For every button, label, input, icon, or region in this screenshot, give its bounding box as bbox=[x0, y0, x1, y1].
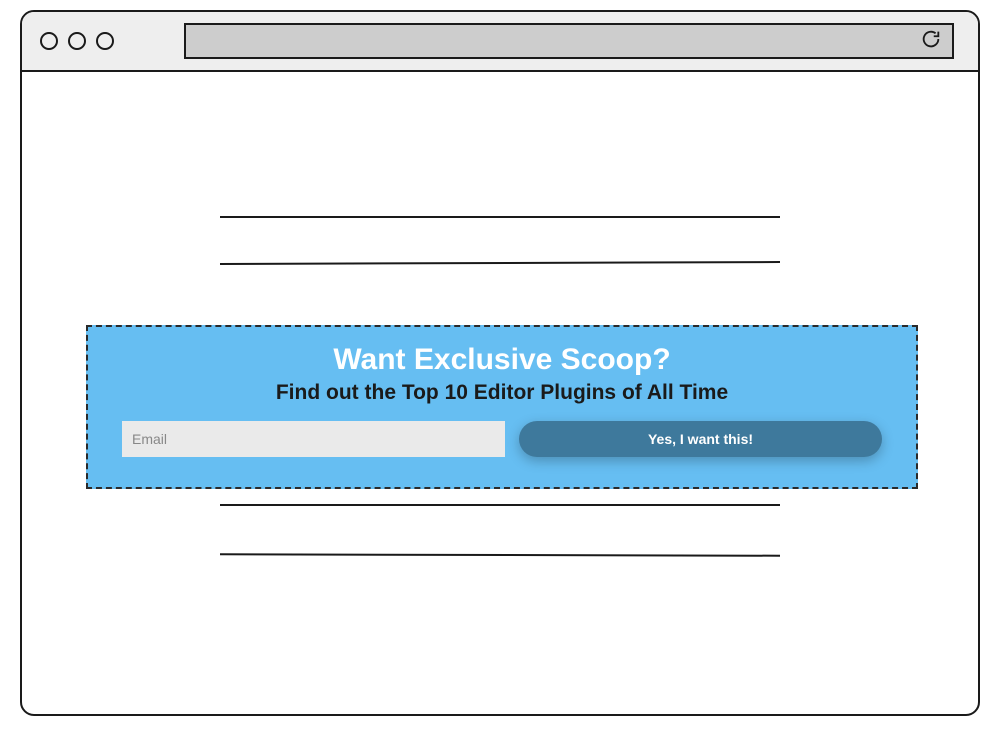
refresh-icon[interactable] bbox=[920, 28, 942, 55]
signup-banner: Want Exclusive Scoop? Find out the Top 1… bbox=[86, 325, 918, 489]
content-placeholder-line bbox=[220, 553, 780, 556]
window-control-button[interactable] bbox=[96, 32, 114, 50]
page-viewport: Want Exclusive Scoop? Find out the Top 1… bbox=[22, 72, 978, 714]
banner-subtitle: Find out the Top 10 Editor Plugins of Al… bbox=[122, 381, 882, 405]
cta-button[interactable]: Yes, I want this! bbox=[519, 421, 882, 457]
window-control-button[interactable] bbox=[40, 32, 58, 50]
browser-window: Want Exclusive Scoop? Find out the Top 1… bbox=[20, 10, 980, 716]
browser-title-bar bbox=[22, 12, 978, 72]
address-bar[interactable] bbox=[184, 23, 954, 59]
email-field[interactable] bbox=[122, 421, 505, 457]
content-placeholder-line bbox=[220, 261, 780, 265]
content-placeholder-line bbox=[220, 216, 780, 218]
banner-title: Want Exclusive Scoop? bbox=[122, 343, 882, 377]
content-placeholder-line bbox=[220, 504, 780, 506]
signup-row: Yes, I want this! bbox=[122, 421, 882, 457]
window-controls bbox=[40, 32, 114, 50]
window-control-button[interactable] bbox=[68, 32, 86, 50]
